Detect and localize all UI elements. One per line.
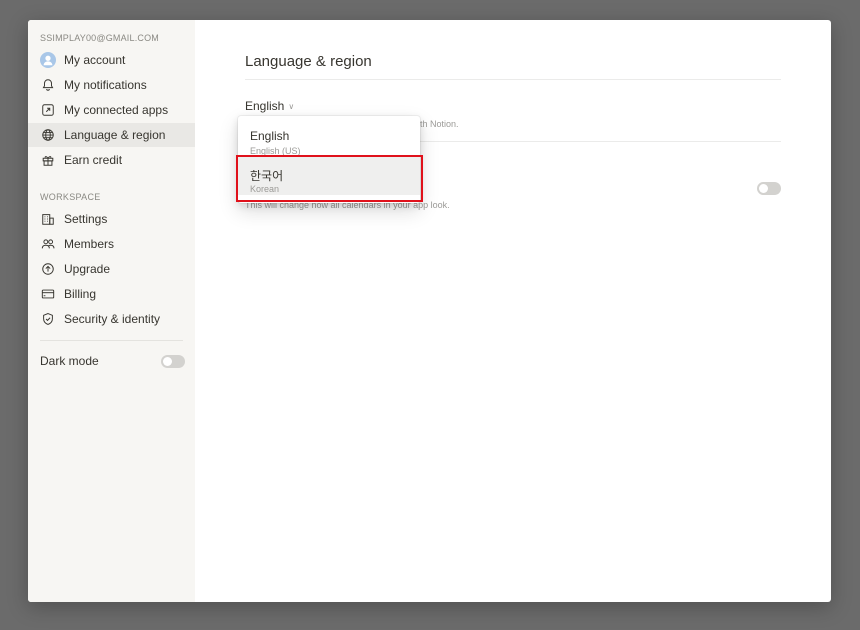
- avatar-icon: [40, 52, 56, 68]
- sidebar-item-language-region[interactable]: Language & region: [28, 123, 195, 147]
- upgrade-circle-icon: [40, 261, 56, 277]
- sidebar-item-settings[interactable]: Settings: [28, 207, 195, 231]
- sidebar-item-upgrade[interactable]: Upgrade: [28, 257, 195, 281]
- language-select[interactable]: English ∨: [245, 99, 294, 113]
- gift-icon: [40, 152, 56, 168]
- sidebar-item-members[interactable]: Members: [28, 232, 195, 256]
- option-sublabel: English (US): [250, 146, 301, 156]
- sidebar-item-label: Members: [64, 237, 115, 251]
- sidebar-item-earn-credit[interactable]: Earn credit: [28, 148, 195, 172]
- settings-modal: SSIMPLAY00@GMAIL.COM My account My notif…: [28, 20, 831, 602]
- shield-check-icon: [40, 311, 56, 327]
- dark-mode-label: Dark mode: [40, 354, 99, 368]
- settings-sidebar: SSIMPLAY00@GMAIL.COM My account My notif…: [28, 20, 195, 602]
- sidebar-item-my-account[interactable]: My account: [28, 48, 195, 72]
- option-label: English: [250, 129, 290, 143]
- language-description: th Notion.: [420, 119, 459, 129]
- language-select-value: English: [245, 99, 285, 113]
- workspace-section-label: WORKSPACE: [40, 192, 101, 202]
- language-dropdown-menu: English English (US) 한국어 Korean: [238, 116, 420, 203]
- sidebar-item-label: Billing: [64, 287, 97, 301]
- globe-icon: [40, 127, 56, 143]
- sidebar-item-label: Upgrade: [64, 262, 111, 276]
- settings-content: Language & region English ∨ th Notion. T…: [195, 20, 831, 602]
- card-icon: [40, 286, 56, 302]
- sidebar-item-label: Security & identity: [64, 312, 161, 326]
- sidebar-item-label: My account: [64, 53, 126, 67]
- chevron-down-icon: ∨: [288, 101, 295, 111]
- title-divider: [245, 79, 781, 80]
- dark-mode-toggle[interactable]: [161, 354, 185, 368]
- sidebar-item-security-identity[interactable]: Security & identity: [28, 307, 195, 331]
- sidebar-item-label: Settings: [64, 212, 108, 226]
- sidebar-item-label: My connected apps: [64, 103, 169, 117]
- sidebar-divider: [40, 340, 183, 341]
- external-link-icon: [40, 102, 56, 118]
- sidebar-item-my-connected-apps[interactable]: My connected apps: [28, 98, 195, 122]
- option-sublabel: Korean: [250, 184, 280, 194]
- language-option-korean[interactable]: 한국어 Korean: [238, 157, 420, 195]
- sidebar-item-my-notifications[interactable]: My notifications: [28, 73, 195, 97]
- page-title: Language & region: [245, 53, 372, 70]
- sidebar-item-label: My notifications: [64, 78, 147, 92]
- sidebar-item-billing[interactable]: Billing: [28, 282, 195, 306]
- option-label: 한국어: [250, 169, 284, 183]
- account-email: SSIMPLAY00@GMAIL.COM: [40, 33, 160, 43]
- sidebar-item-label: Earn credit: [64, 153, 123, 167]
- dark-mode-row: Dark mode: [40, 353, 185, 369]
- bell-icon: [40, 77, 56, 93]
- sidebar-item-label: Language & region: [64, 128, 166, 142]
- calendar-toggle[interactable]: [757, 182, 781, 195]
- language-option-english[interactable]: English English (US): [238, 119, 420, 157]
- building-icon: [40, 211, 56, 227]
- people-icon: [40, 236, 56, 252]
